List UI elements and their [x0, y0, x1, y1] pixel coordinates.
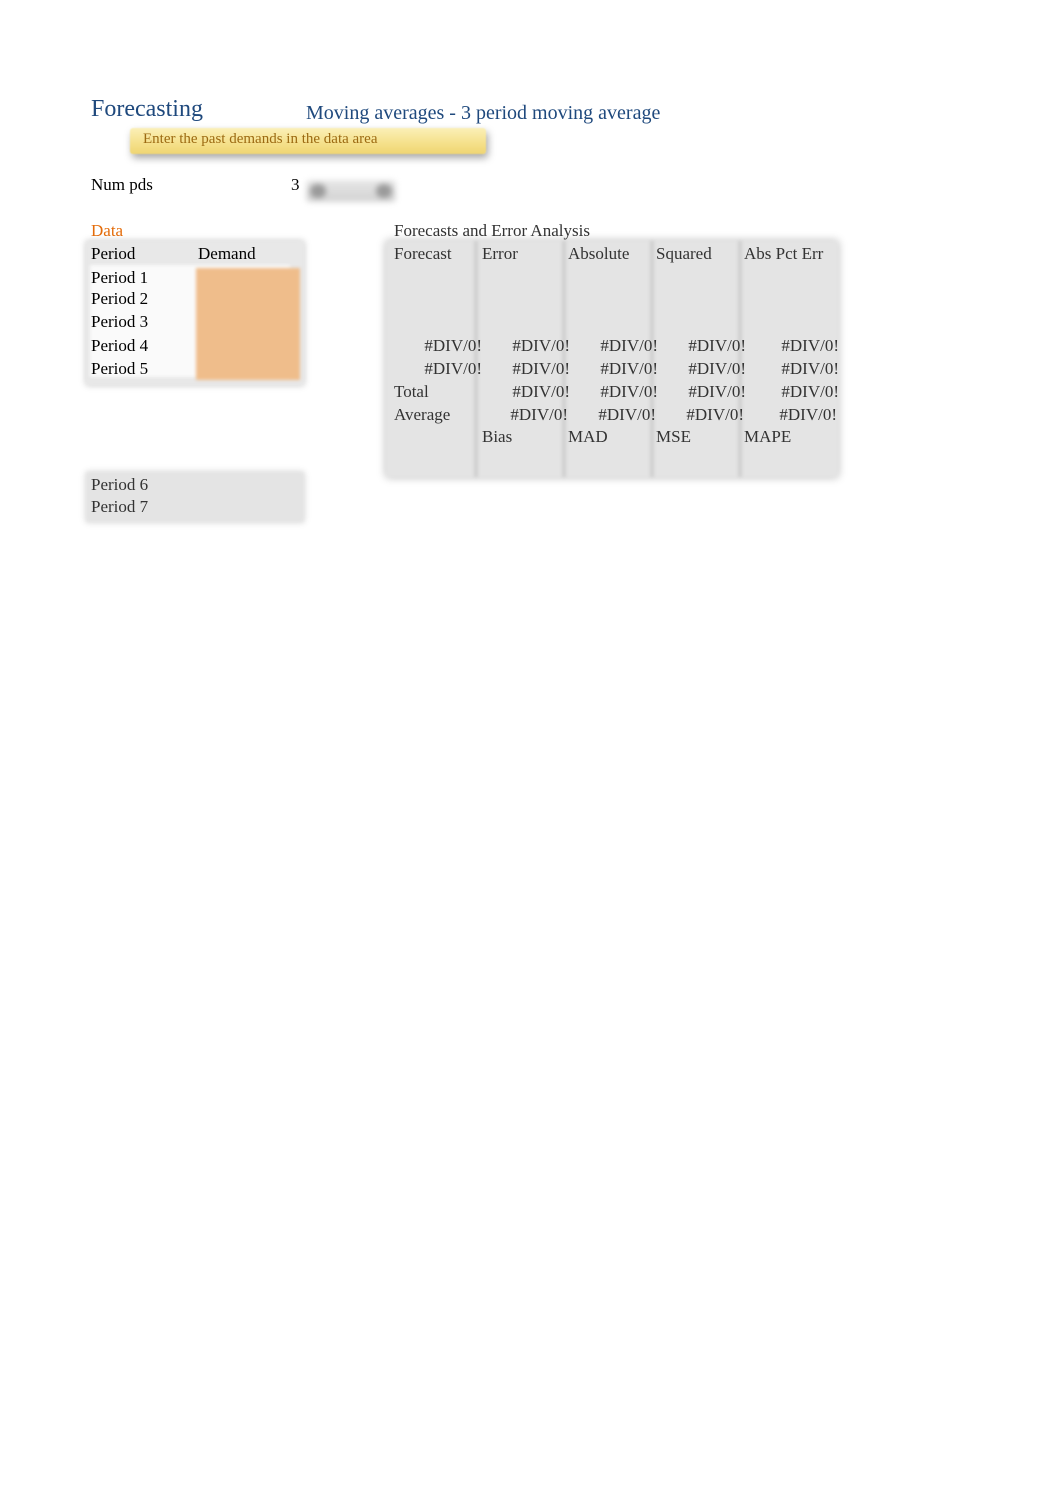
total-absolute: #DIV/0!: [600, 382, 658, 401]
forecast-cell: #DIV/0!: [424, 359, 482, 378]
average-error: #DIV/0!: [510, 405, 568, 424]
column-header-period: Period: [91, 244, 136, 263]
total-label: Total: [394, 382, 429, 401]
instruction-text: Enter the past demands in the data area: [143, 131, 378, 147]
bias-label: Bias: [482, 427, 513, 446]
page-title: Forecasting: [91, 96, 203, 122]
mape-label: MAPE: [744, 427, 792, 446]
data-row-period: Period 3: [91, 312, 149, 331]
scroll-right-arrow-icon[interactable]: [376, 184, 392, 198]
total-error: #DIV/0!: [512, 382, 570, 401]
average-squared: #DIV/0!: [686, 405, 744, 424]
data-row-period: Period 1: [91, 268, 149, 287]
mad-label: MAD: [568, 427, 608, 446]
forecast-cell: #DIV/0!: [424, 336, 482, 355]
average-absolute: #DIV/0!: [598, 405, 656, 424]
data-row-period: Period 5: [91, 359, 149, 378]
data-row-period: Period 4: [91, 336, 149, 355]
column-header-demand: Demand: [198, 244, 256, 263]
prediction-cell: [200, 499, 296, 518]
data-section-label: Data: [91, 221, 124, 240]
page-subtitle: Moving averages - 3 period moving averag…: [306, 102, 661, 124]
forecast-column-header: Absolute: [568, 244, 630, 263]
total-abs-pct-err: #DIV/0!: [781, 382, 839, 401]
scroll-left-arrow-icon[interactable]: [310, 184, 326, 198]
data-row-period: Period 2: [91, 289, 149, 308]
num-periods-scrollbar[interactable]: [306, 180, 396, 202]
absolute-cell: #DIV/0!: [600, 336, 658, 355]
demand-cell[interactable]: [200, 361, 296, 380]
num-periods-label: Num pds: [91, 175, 153, 194]
num-periods-value[interactable]: 3: [291, 175, 300, 195]
demand-cell[interactable]: [200, 338, 296, 357]
total-squared: #DIV/0!: [688, 382, 746, 401]
average-label: Average: [394, 405, 451, 424]
squared-cell: #DIV/0!: [688, 336, 746, 355]
absolute-cell: #DIV/0!: [600, 359, 658, 378]
forecast-column-header: Error: [482, 244, 518, 263]
demand-cell[interactable]: [200, 270, 296, 289]
mse-label: MSE: [656, 427, 691, 446]
abs-pct-err-cell: #DIV/0!: [781, 359, 839, 378]
prediction-cell: [200, 477, 296, 496]
demand-cell[interactable]: [200, 291, 296, 310]
squared-cell: #DIV/0!: [688, 359, 746, 378]
forecast-column-header: Squared: [656, 244, 712, 263]
error-cell: #DIV/0!: [512, 336, 570, 355]
forecast-column-header: Forecast: [394, 244, 452, 263]
abs-pct-err-cell: #DIV/0!: [781, 336, 839, 355]
error-cell: #DIV/0!: [512, 359, 570, 378]
prediction-row-period: Period 6: [91, 475, 149, 494]
demand-cell[interactable]: [200, 314, 296, 333]
average-abs-pct-err: #DIV/0!: [779, 405, 837, 424]
prediction-row-period: Period 7: [91, 497, 149, 516]
forecast-column-header: Abs Pct Err: [744, 244, 824, 263]
forecast-section-title: Forecasts and Error Analysis: [394, 221, 590, 240]
